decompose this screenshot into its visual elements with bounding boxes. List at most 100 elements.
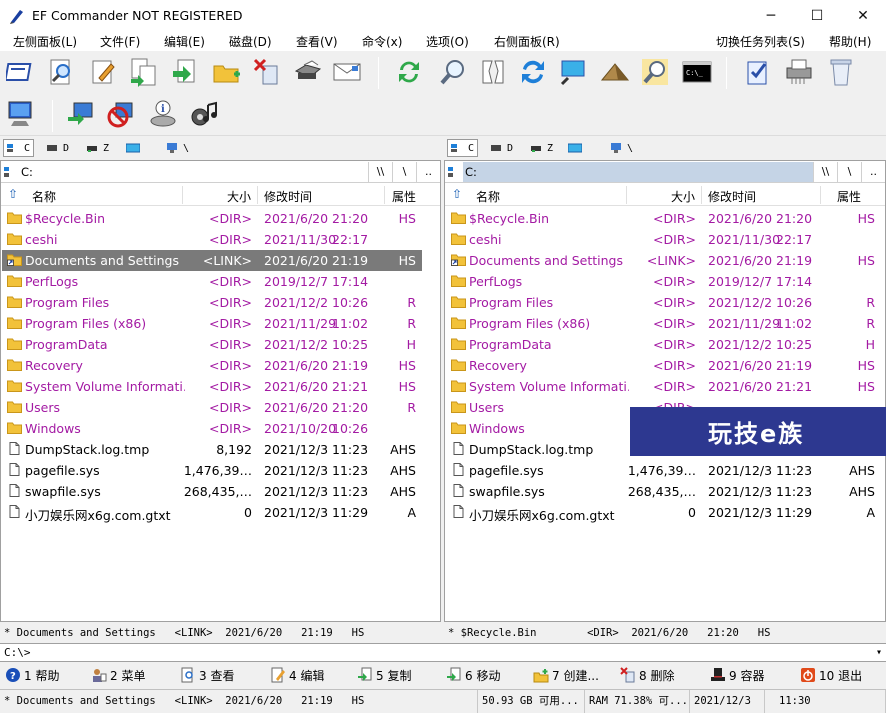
shredder-icon[interactable]: [782, 55, 816, 89]
col-size[interactable]: 大小: [227, 188, 251, 205]
file-row[interactable]: System Volume Informati… <DIR> 2021/6/20 21…: [2, 376, 422, 397]
right-path-field[interactable]: C:: [463, 161, 813, 182]
menu-help[interactable]: 帮助(H): [829, 33, 871, 50]
file-row[interactable]: PerfLogs <DIR> 2019/12/7 17:14: [2, 271, 422, 292]
f7-create-button[interactable]: 7 创建...: [533, 666, 599, 684]
f3-view-button[interactable]: 3 查看: [180, 666, 234, 684]
parent-button[interactable]: ..: [861, 161, 885, 182]
file-row[interactable]: Documents and Settings <LINK> 2021/6/20 21:…: [2, 250, 422, 271]
file-row[interactable]: Program Files <DIR> 2021/12/2 10:26 R: [2, 292, 422, 313]
menu-task-list[interactable]: 切换任务列表(S): [716, 33, 805, 50]
col-attr[interactable]: 属性: [837, 188, 861, 205]
file-row[interactable]: ProgramData <DIR> 2021/12/2 10:25 H: [446, 334, 883, 355]
menu-left-panel[interactable]: 左侧面板(L): [13, 33, 77, 50]
sort-up-icon[interactable]: ⇧: [8, 187, 18, 201]
network-icon[interactable]: [556, 55, 590, 89]
chevron-down-icon[interactable]: ▾: [876, 644, 882, 661]
file-row[interactable]: 小刀娱乐网x6g.com.gtxt 0 2021/12/3 11:29 A: [2, 502, 422, 523]
file-row[interactable]: Users <DIR> 2021/6/20 21:20 R: [2, 397, 422, 418]
root-network-button[interactable]: \\: [813, 161, 837, 182]
file-row[interactable]: Program Files <DIR> 2021/12/2 10:26 R: [446, 292, 883, 313]
right-file-panel[interactable]: C: \\ \ .. ⇧ 名称 大小 修改时间 属性 $Recycle.Bin <…: [444, 160, 886, 622]
file-row[interactable]: pagefile.sys 1,476,39… 2021/12/3 11:23 AHS: [446, 460, 883, 481]
copy-icon[interactable]: [126, 55, 160, 89]
split-icon[interactable]: [476, 55, 510, 89]
menu-options[interactable]: 选项(O): [426, 33, 469, 50]
root-button[interactable]: \: [392, 161, 416, 182]
computer-icon[interactable]: [3, 97, 37, 131]
right-drive-root[interactable]: \: [610, 139, 633, 157]
left-file-panel[interactable]: C: \\ \ .. ⇧ 名称 大小 修改时间 属性 $Recycle.Bin <…: [0, 160, 441, 622]
col-modified[interactable]: 修改时间: [264, 188, 312, 205]
command-prompt[interactable]: C:\>: [4, 646, 31, 659]
file-row[interactable]: swapfile.sys 268,435,… 2021/12/3 11:23 AHS: [446, 481, 883, 502]
menu-disk[interactable]: 磁盘(D): [229, 33, 272, 50]
file-row[interactable]: Recovery <DIR> 2021/6/20 21:19 HS: [446, 355, 883, 376]
file-row[interactable]: $Recycle.Bin <DIR> 2021/6/20 21:20 HS: [446, 208, 883, 229]
close-button[interactable]: ✕: [840, 0, 886, 31]
open-icon[interactable]: [4, 55, 38, 89]
info-icon[interactable]: i: [146, 97, 180, 131]
f9-container-button[interactable]: 9 容器: [710, 666, 764, 684]
right-drive-c[interactable]: C: [447, 139, 479, 157]
file-row[interactable]: 小刀娱乐网x6g.com.gtxt 0 2021/12/3 11:29 A: [446, 502, 883, 523]
parent-button[interactable]: ..: [416, 161, 440, 182]
file-row[interactable]: $Recycle.Bin <DIR> 2021/6/20 21:20 HS: [2, 208, 422, 229]
sort-up-icon[interactable]: ⇧: [452, 187, 462, 201]
menu-view[interactable]: 查看(V): [296, 33, 338, 50]
file-row[interactable]: Program Files (x86) <DIR> 2021/11/29 11:02 R: [2, 313, 422, 334]
file-row[interactable]: pagefile.sys 1,476,39… 2021/12/3 11:23 AHS: [2, 460, 422, 481]
file-row[interactable]: ProgramData <DIR> 2021/12/2 10:25 H: [2, 334, 422, 355]
file-row[interactable]: ceshi <DIR> 2021/11/30 22:17: [446, 229, 883, 250]
root-network-button[interactable]: \\: [368, 161, 392, 182]
col-size[interactable]: 大小: [671, 188, 695, 205]
pyramid-icon[interactable]: [598, 55, 632, 89]
console-icon[interactable]: C:\_: [680, 55, 714, 89]
file-row[interactable]: Program Files (x86) <DIR> 2021/11/29 11:02 R: [446, 313, 883, 334]
delete-icon[interactable]: [250, 55, 284, 89]
minimize-button[interactable]: ─: [748, 0, 794, 31]
menu-command[interactable]: 命令(x): [362, 33, 402, 50]
root-button[interactable]: \: [837, 161, 861, 182]
file-row[interactable]: Windows <DIR> 2021/10/20 10:26: [2, 418, 422, 439]
f5-copy-button[interactable]: 5 复制: [357, 666, 411, 684]
left-drive-c[interactable]: C: [3, 139, 35, 157]
menu-edit[interactable]: 编辑(E): [164, 33, 205, 50]
left-path-field[interactable]: C:: [19, 162, 368, 182]
file-row[interactable]: System Volume Informati… <DIR> 2021/6/20 21…: [446, 376, 883, 397]
f4-edit-button[interactable]: 4 编辑: [270, 666, 324, 684]
f10-exit-button[interactable]: 10 退出: [800, 666, 862, 684]
col-attr[interactable]: 属性: [392, 188, 416, 205]
f8-delete-button[interactable]: 8 删除: [620, 666, 674, 684]
right-drive-d[interactable]: D: [490, 139, 513, 157]
print-icon[interactable]: [290, 55, 324, 89]
view-icon[interactable]: [44, 55, 78, 89]
move-icon[interactable]: [168, 55, 202, 89]
right-drive-z[interactable]: Z: [530, 139, 553, 157]
file-row[interactable]: PerfLogs <DIR> 2019/12/7 17:14: [446, 271, 883, 292]
refresh-icon[interactable]: [516, 55, 550, 89]
file-row[interactable]: Recovery <DIR> 2021/6/20 21:19 HS: [2, 355, 422, 376]
file-row[interactable]: ceshi <DIR> 2021/11/30 22:17: [2, 229, 422, 250]
f2-menu-button[interactable]: 2 菜单: [91, 666, 145, 684]
left-drive-d[interactable]: D: [46, 139, 69, 157]
connect-icon[interactable]: [64, 97, 98, 131]
find-icon[interactable]: [436, 55, 470, 89]
edit-icon[interactable]: [86, 55, 120, 89]
new-folder-icon[interactable]: [210, 55, 244, 89]
left-drive-network[interactable]: [126, 139, 143, 157]
right-drive-network[interactable]: [568, 139, 585, 157]
col-name[interactable]: 名称: [476, 188, 500, 205]
email-icon[interactable]: [330, 55, 364, 89]
recycle-bin-icon[interactable]: [824, 55, 858, 89]
file-row[interactable]: DumpStack.log.tmp 8,192 2021/12/3 11:23 AHS: [2, 439, 422, 460]
file-row[interactable]: Documents and Settings <LINK> 2021/6/20 21:…: [446, 250, 883, 271]
music-icon[interactable]: [188, 97, 222, 131]
f1-help-button[interactable]: ? 1 帮助: [5, 666, 59, 684]
disconnect-icon[interactable]: [104, 97, 138, 131]
file-row[interactable]: swapfile.sys 268,435,… 2021/12/3 11:23 AHS: [2, 481, 422, 502]
sync-icon[interactable]: [392, 55, 426, 89]
col-modified[interactable]: 修改时间: [708, 188, 756, 205]
checklist-icon[interactable]: [740, 55, 774, 89]
col-name[interactable]: 名称: [32, 188, 56, 205]
